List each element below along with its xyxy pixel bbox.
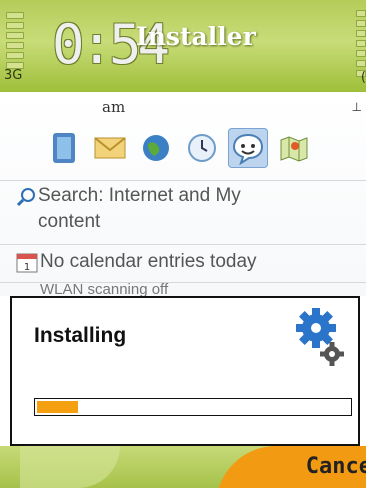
home-screen: am ⊥ Search: Internet and My content 1 N… (0, 92, 366, 297)
installer-gears-icon (296, 306, 348, 368)
status-bar: 3G 0:54 Installer ( (0, 0, 366, 92)
search-icon (16, 187, 36, 213)
dialog-title: Installing (34, 324, 127, 347)
shortcut-bar (44, 128, 314, 170)
search-label-line2: content (38, 211, 101, 232)
cancel-softkey[interactable]: Cance (306, 454, 366, 479)
install-progress-bar (34, 398, 352, 416)
softkey-bar: Cance (0, 446, 366, 488)
calendar-widget[interactable]: 1 No calendar entries today (0, 244, 366, 279)
calendar-icon: 1 (16, 251, 38, 279)
installing-dialog: Installing (10, 296, 360, 446)
battery-icon (356, 10, 366, 77)
svg-text:1: 1 (24, 262, 30, 273)
chat-icon[interactable] (228, 128, 268, 168)
messaging-icon[interactable] (90, 128, 130, 168)
status-indicator: ( (360, 70, 366, 85)
install-progress-fill (37, 401, 78, 413)
wlan-label: WLAN scanning off (40, 282, 169, 297)
network-type-label: 3G (4, 68, 23, 83)
tray-icon: ⊥ (351, 100, 362, 114)
left-softkey-area (20, 446, 120, 488)
app-title: Installer (136, 22, 256, 51)
search-widget[interactable]: Search: Internet and My content (0, 180, 366, 241)
ampm-label: am (102, 98, 126, 116)
signal-strength-icon (6, 12, 24, 70)
web-icon[interactable] (136, 128, 176, 168)
clock-icon[interactable] (182, 128, 222, 168)
maps-icon[interactable] (274, 128, 314, 168)
calendar-label: No calendar entries today (40, 251, 257, 272)
wlan-widget[interactable]: WLAN scanning off (0, 282, 366, 297)
search-label-line1: Search: Internet and My (38, 185, 241, 206)
contacts-icon[interactable] (44, 128, 84, 168)
